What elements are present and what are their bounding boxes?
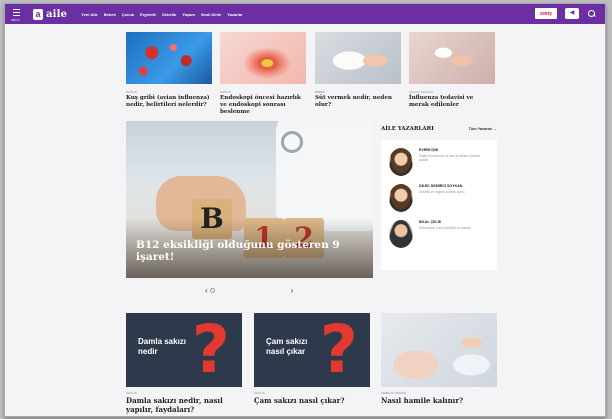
image-caption: Çam sakızı nasıl çıkar bbox=[266, 337, 308, 356]
nav-item-sesli-dinle[interactable]: Sesli Dinle bbox=[201, 12, 221, 17]
hamburger-menu-icon[interactable]: MENÜ bbox=[11, 4, 27, 24]
article-image[interactable] bbox=[315, 32, 401, 84]
nav-item-yeni-aile[interactable]: Yeni Aile bbox=[81, 12, 98, 17]
article-card-sut-vermek[interactable]: BEBEK Süt vermek nedir, neden olur? bbox=[315, 32, 401, 109]
login-button[interactable]: GİRİŞ bbox=[534, 8, 557, 19]
nav-item-gebelik[interactable]: Gebelik bbox=[162, 12, 176, 17]
question-mark-icon: ? bbox=[319, 313, 358, 387]
article-title[interactable]: Endoskopi öncesi hazırlık ve endoskopi s… bbox=[220, 95, 306, 116]
article-category: SAĞLIK bbox=[126, 391, 137, 395]
article-image[interactable] bbox=[381, 313, 497, 387]
top-navigation-bar: MENÜ a aile Yeni Aile Bebek Çocuk Ergenl… bbox=[5, 4, 605, 24]
writer-item[interactable]: BİLAL ÇELİK Ebeveynlik, çocuk gelişimi v… bbox=[389, 220, 489, 248]
article-card-hamile[interactable]: GEBELİK ÖNCESİ Nasıl hamile kalınır? bbox=[381, 313, 497, 405]
logo-mark-icon: a bbox=[33, 8, 43, 20]
writer-description: Sağlıklı beslenme ve aile içi iletişim ü… bbox=[419, 154, 481, 163]
article-card-cam-sakizi[interactable]: Çam sakızı nasıl çıkar ? SAĞLIK Çam sakı… bbox=[254, 313, 370, 405]
article-title[interactable]: Kuş gribi (avian influenza) nedir, belir… bbox=[126, 95, 212, 109]
article-image[interactable]: Damla sakızı nedir ? bbox=[126, 313, 242, 387]
site-name: aile bbox=[46, 8, 68, 20]
all-writers-link[interactable]: Tüm Yazarlar → bbox=[469, 127, 497, 131]
article-category: SAĞLIK bbox=[254, 391, 265, 395]
hero-title[interactable]: B12 eksikliği olduğunu gösteren 9 işaret… bbox=[136, 239, 373, 263]
writer-description: Gebelik ve doğum sonrası süreç bbox=[419, 190, 465, 194]
nav-item-cocuk[interactable]: Çocuk bbox=[122, 12, 134, 17]
article-category: SAĞLIK bbox=[220, 90, 231, 94]
slider-next-arrow-icon[interactable]: › bbox=[291, 286, 294, 295]
browser-page: MENÜ a aile Yeni Aile Bebek Çocuk Ergenl… bbox=[4, 3, 606, 417]
slider-controls: ‹ › bbox=[205, 286, 293, 295]
article-image[interactable] bbox=[220, 32, 306, 84]
menu-label: MENÜ bbox=[11, 18, 20, 22]
nav-item-yazarlar[interactable]: Yazarlar bbox=[227, 12, 242, 17]
slider-prev-arrow-icon[interactable]: ‹ bbox=[205, 286, 208, 295]
article-image[interactable] bbox=[409, 32, 495, 84]
article-category: BEBEK bbox=[315, 90, 326, 94]
writers-title: AİLE YAZARLARI bbox=[381, 126, 434, 132]
article-card-endoskopi[interactable]: SAĞLIK Endoskopi öncesi hazırlık ve endo… bbox=[220, 32, 306, 116]
article-card-influenza[interactable]: ÇOCUK SAĞLIĞI İnfluenza tedavisi ve mera… bbox=[409, 32, 495, 109]
article-title[interactable]: Damla sakızı nedir, nasıl yapılır, fayda… bbox=[126, 396, 242, 414]
article-category: ÇOCUK SAĞLIĞI bbox=[409, 90, 433, 94]
writer-name[interactable]: BİLAL ÇELİK bbox=[419, 220, 483, 224]
image-caption: Damla sakızı nedir bbox=[138, 337, 187, 356]
hero-slide[interactable]: B 1 2 B12 eksikliği olduğunu gösteren 9 … bbox=[126, 121, 373, 278]
writer-name[interactable]: DİLEK DEMİRCİ SOYKAN bbox=[419, 184, 483, 188]
article-title[interactable]: Nasıl hamile kalınır? bbox=[381, 396, 497, 405]
stethoscope-icon bbox=[281, 131, 303, 153]
site-logo[interactable]: a aile bbox=[33, 8, 68, 20]
main-nav: Yeni Aile Bebek Çocuk Ergenlik Gebelik Y… bbox=[81, 12, 242, 17]
nav-item-yasam[interactable]: Yaşam bbox=[182, 12, 195, 17]
article-card-damla-sakizi[interactable]: Damla sakızı nedir ? SAĞLIK Damla sakızı… bbox=[126, 313, 242, 414]
writer-item[interactable]: EVRİM IŞIK Sağlıklı beslenme ve aile içi… bbox=[389, 148, 489, 176]
avatar[interactable] bbox=[389, 148, 413, 176]
question-mark-icon: ? bbox=[191, 313, 230, 387]
writer-description: Ebeveynlik, çocuk gelişimi ve yaşam bbox=[419, 226, 471, 230]
writer-name[interactable]: EVRİM IŞIK bbox=[419, 148, 483, 152]
article-category: GEBELİK ÖNCESİ bbox=[381, 391, 407, 395]
audio-play-button[interactable]: ◀ bbox=[565, 8, 579, 19]
article-image[interactable] bbox=[126, 32, 212, 84]
writer-item[interactable]: DİLEK DEMİRCİ SOYKAN Gebelik ve doğum so… bbox=[389, 184, 489, 212]
writers-header: AİLE YAZARLARI Tüm Yazarlar → bbox=[381, 126, 497, 132]
avatar[interactable] bbox=[389, 220, 413, 248]
nav-item-bebek[interactable]: Bebek bbox=[104, 12, 116, 17]
article-title[interactable]: İnfluenza tedavisi ve merak edilenler bbox=[409, 95, 495, 109]
article-category: SAĞLIK bbox=[126, 90, 137, 94]
slider-dot[interactable] bbox=[209, 288, 215, 293]
article-image[interactable]: Çam sakızı nasıl çıkar ? bbox=[254, 313, 370, 387]
search-icon[interactable] bbox=[587, 9, 597, 19]
writers-sidebar: AİLE YAZARLARI Tüm Yazarlar → EVRİM IŞIK… bbox=[381, 126, 497, 270]
header-actions: GİRİŞ ◀ bbox=[534, 8, 597, 19]
article-title[interactable]: Süt vermek nedir, neden olur? bbox=[315, 95, 401, 109]
article-title[interactable]: Çam sakızı nasıl çıkar? bbox=[254, 396, 370, 405]
nav-item-ergenlik[interactable]: Ergenlik bbox=[140, 12, 156, 17]
writers-list: EVRİM IŞIK Sağlıklı beslenme ve aile içi… bbox=[381, 140, 497, 270]
article-card-kus-gribi[interactable]: SAĞLIK Kuş gribi (avian influenza) nedir… bbox=[126, 32, 212, 109]
avatar[interactable] bbox=[389, 184, 413, 212]
